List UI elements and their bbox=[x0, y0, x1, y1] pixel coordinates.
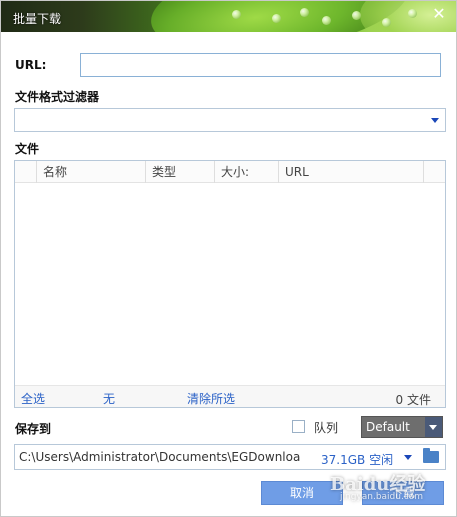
baidu-watermark: Baidu经验 jingyan.baidu.com bbox=[330, 470, 425, 502]
filter-label: 文件格式过滤器 bbox=[15, 90, 100, 104]
column-header-url[interactable]: URL bbox=[279, 161, 424, 183]
column-header-type[interactable]: 类型 bbox=[146, 161, 215, 183]
window-title: 批量下载 bbox=[13, 12, 62, 26]
chevron-down-icon bbox=[431, 118, 439, 123]
column-header-name[interactable]: 名称 bbox=[37, 161, 146, 183]
file-list-header: 名称 类型 大小: URL bbox=[15, 161, 445, 183]
folder-icon[interactable] bbox=[423, 448, 439, 463]
select-none-link[interactable]: 无 bbox=[103, 390, 115, 407]
save-path-value: C:\Users\Administrator\Documents\EGDownl… bbox=[19, 450, 301, 464]
chevron-down-icon[interactable] bbox=[425, 417, 442, 437]
file-count: 0 文件 bbox=[395, 393, 431, 407]
title-bar: 批量下载 ✕ bbox=[0, 0, 457, 32]
clear-selection-link[interactable]: 清除所选 bbox=[187, 390, 235, 407]
watermark-url: jingyan.baidu.com bbox=[340, 492, 424, 502]
queue-checkbox[interactable] bbox=[292, 420, 305, 433]
profile-dropdown[interactable]: Default bbox=[361, 416, 443, 438]
free-space-text: 37.1GB 空闲 bbox=[321, 453, 394, 467]
files-label: 文件 bbox=[15, 142, 40, 156]
water-drop bbox=[322, 16, 331, 25]
url-label: URL: bbox=[15, 58, 47, 72]
water-drop bbox=[352, 11, 361, 20]
save-path-dropdown[interactable]: C:\Users\Administrator\Documents\EGDownl… bbox=[14, 444, 446, 470]
queue-label: 队列 bbox=[314, 421, 339, 435]
water-drop bbox=[408, 9, 417, 18]
water-drop bbox=[232, 10, 241, 19]
checkbox-column-header[interactable] bbox=[15, 161, 37, 183]
profile-selected-value: Default bbox=[362, 417, 426, 437]
file-format-filter-dropdown[interactable] bbox=[14, 108, 446, 132]
url-input[interactable] bbox=[80, 53, 441, 77]
water-drop bbox=[272, 14, 281, 23]
save-to-label: 保存到 bbox=[15, 422, 52, 436]
column-header-size[interactable]: 大小: bbox=[215, 161, 279, 183]
chevron-down-icon[interactable] bbox=[404, 455, 412, 460]
water-drop bbox=[300, 8, 309, 17]
file-list-footer: 全选 无 清除所选 0 文件 bbox=[15, 385, 445, 407]
close-icon[interactable]: ✕ bbox=[431, 6, 447, 22]
file-list[interactable]: 名称 类型 大小: URL 全选 无 清除所选 0 文件 bbox=[14, 160, 446, 408]
select-all-link[interactable]: 全选 bbox=[21, 390, 45, 407]
water-drop bbox=[382, 18, 391, 27]
